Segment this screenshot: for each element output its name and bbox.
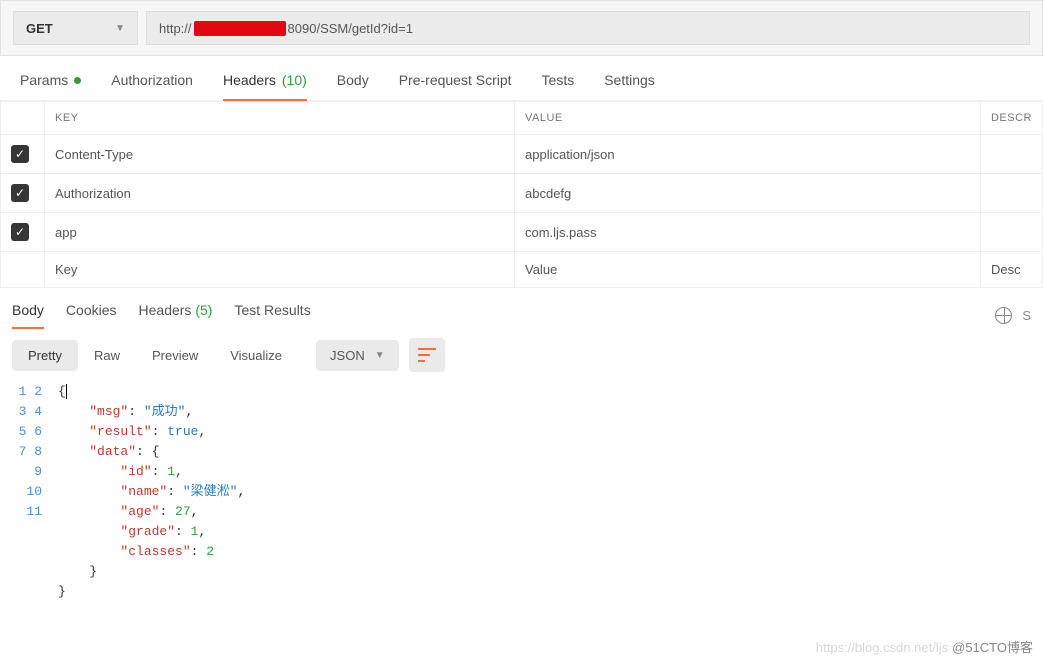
response-tabs: Body Cookies Headers (5) Test Results S: [0, 288, 1043, 328]
tab-settings[interactable]: Settings: [604, 72, 655, 100]
checkbox-icon[interactable]: ✓: [11, 223, 29, 241]
checkbox-icon[interactable]: ✓: [11, 184, 29, 202]
header-key-input[interactable]: Key: [45, 252, 515, 288]
header-value[interactable]: application/json: [515, 135, 981, 174]
tab-prerequest[interactable]: Pre-request Script: [399, 72, 512, 100]
globe-icon[interactable]: [995, 307, 1012, 324]
resp-tab-headers-label: Headers: [139, 302, 192, 318]
view-mode-group: Pretty Raw Preview Visualize: [12, 340, 298, 371]
params-active-dot-icon: [74, 77, 81, 84]
col-value: VALUE: [515, 102, 981, 135]
table-row[interactable]: ✓ Content-Typeapplication/json: [1, 135, 1043, 174]
watermark-faint: https://blog.csdn.net/ljs: [816, 638, 948, 658]
view-raw[interactable]: Raw: [78, 340, 136, 371]
tab-tests[interactable]: Tests: [542, 72, 575, 100]
request-bar: GET ▼ http:// 8090/SSM/getId?id=1: [0, 0, 1043, 56]
table-row[interactable]: ✓ appcom.ljs.pass: [1, 213, 1043, 252]
chevron-down-icon: ▼: [115, 23, 125, 34]
header-desc[interactable]: [980, 135, 1042, 174]
resp-tab-cookies[interactable]: Cookies: [66, 302, 117, 328]
header-key[interactable]: Authorization: [45, 174, 515, 213]
tab-params-label: Params: [20, 72, 68, 88]
tab-params[interactable]: Params: [20, 72, 81, 100]
header-desc[interactable]: [980, 213, 1042, 252]
method-select[interactable]: GET ▼: [13, 11, 138, 45]
checkbox-icon[interactable]: ✓: [11, 145, 29, 163]
header-key[interactable]: Content-Type: [45, 135, 515, 174]
view-pretty[interactable]: Pretty: [12, 340, 78, 371]
line-gutter: 1 2 3 4 5 6 7 8 9 10 11: [12, 382, 54, 662]
col-key: KEY: [45, 102, 515, 135]
tab-headers-count: (10): [282, 72, 307, 88]
resp-right-s: S: [1022, 308, 1031, 323]
watermark-dark: @51CTO博客: [952, 638, 1033, 658]
view-visualize[interactable]: Visualize: [214, 340, 298, 371]
redacted-host: [194, 21, 286, 36]
header-desc[interactable]: [980, 174, 1042, 213]
method-value: GET: [26, 21, 53, 36]
header-key[interactable]: app: [45, 213, 515, 252]
chevron-down-icon: ▼: [375, 350, 385, 361]
header-value[interactable]: com.ljs.pass: [515, 213, 981, 252]
resp-tab-testresults[interactable]: Test Results: [234, 302, 310, 328]
tab-headers[interactable]: Headers (10): [223, 72, 307, 100]
watermark: https://blog.csdn.net/ljs @51CTO博客: [816, 638, 1033, 658]
tab-body[interactable]: Body: [337, 72, 369, 100]
view-preview[interactable]: Preview: [136, 340, 214, 371]
header-value-input[interactable]: Value: [515, 252, 981, 288]
url-suffix: 8090/SSM/getId?id=1: [288, 21, 413, 36]
wrap-lines-icon: [418, 348, 436, 362]
code-content[interactable]: { "msg": "成功", "result": true, "data": {…: [54, 382, 1043, 662]
url-input[interactable]: http:// 8090/SSM/getId?id=1: [146, 11, 1030, 45]
pretty-bar: Pretty Raw Preview Visualize JSON ▼: [0, 328, 1043, 382]
resp-tab-body[interactable]: Body: [12, 302, 44, 328]
col-description: DESCR: [980, 102, 1042, 135]
request-tabs: Params Authorization Headers (10) Body P…: [0, 56, 1043, 101]
format-select[interactable]: JSON ▼: [316, 340, 399, 371]
table-row[interactable]: ✓ Authorizationabcdefg: [1, 174, 1043, 213]
wrap-lines-button[interactable]: [409, 338, 445, 372]
table-row-new[interactable]: KeyValueDesc: [1, 252, 1043, 288]
format-label: JSON: [330, 348, 365, 363]
tab-headers-label: Headers: [223, 72, 276, 88]
url-prefix: http://: [159, 21, 192, 36]
headers-table: KEY VALUE DESCR ✓ Content-Typeapplication…: [0, 101, 1043, 288]
col-checkbox: [1, 102, 45, 135]
resp-tab-headers-count: (5): [195, 302, 212, 318]
response-body: 1 2 3 4 5 6 7 8 9 10 11 { "msg": "成功", "…: [0, 382, 1043, 662]
header-value[interactable]: abcdefg: [515, 174, 981, 213]
resp-tab-headers[interactable]: Headers (5): [139, 302, 213, 328]
header-desc-input[interactable]: Desc: [980, 252, 1042, 288]
tab-authorization[interactable]: Authorization: [111, 72, 193, 100]
